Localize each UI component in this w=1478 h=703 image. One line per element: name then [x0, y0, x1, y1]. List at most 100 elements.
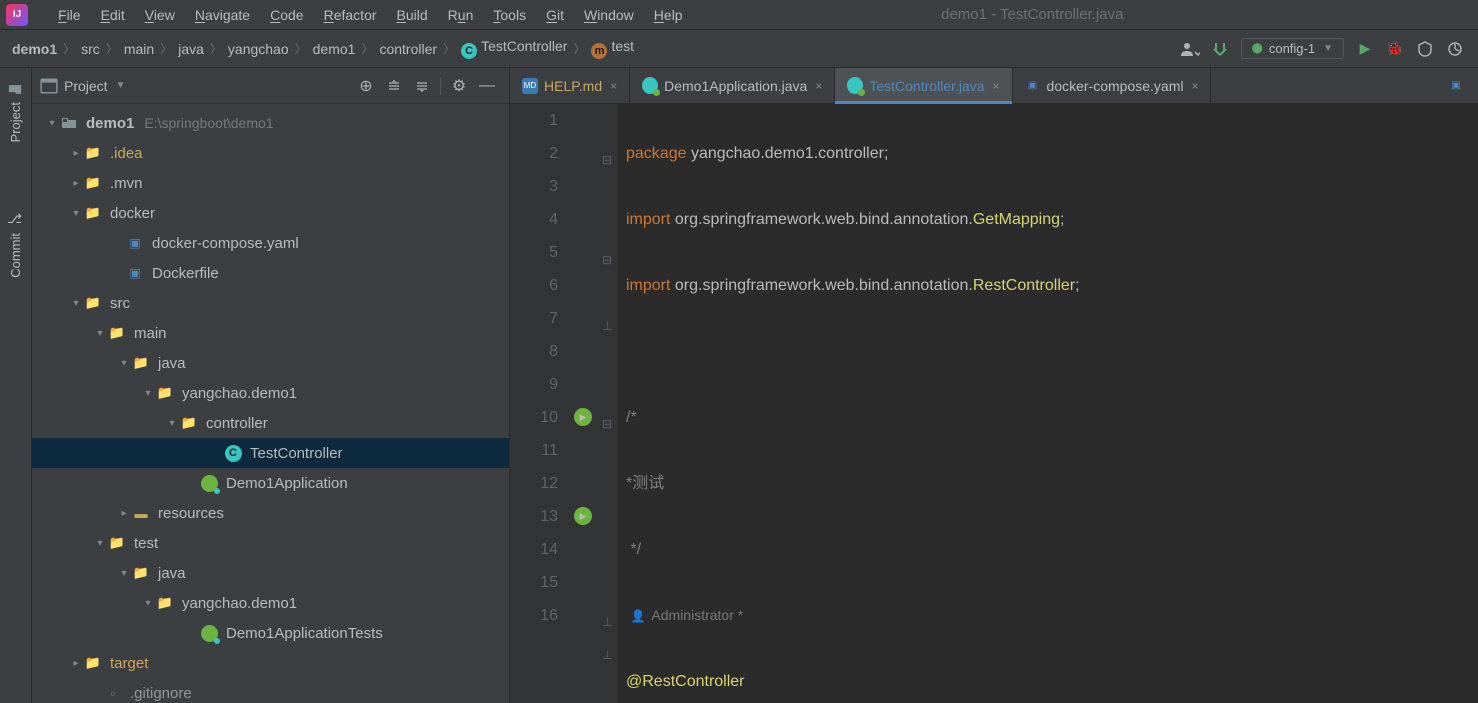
user-icon[interactable] [1177, 36, 1203, 62]
tree-item-src[interactable]: 📁src [32, 288, 509, 318]
chevron-icon: 〉 [61, 40, 77, 57]
gear-icon[interactable]: ⚙ [447, 74, 471, 98]
chevron-icon: 〉 [359, 40, 375, 57]
rail-tab-commit[interactable]: Commit ⎇ [4, 202, 27, 288]
hide-icon[interactable]: — [475, 74, 499, 98]
chevron-icon: 〉 [104, 40, 120, 57]
menu-bar: IJ File Edit View Navigate Code Refactor… [0, 0, 1478, 30]
tab-demo1app[interactable]: Demo1Application.java× [630, 68, 835, 103]
tab-overflow[interactable]: ▣ [1440, 68, 1478, 103]
expand-all-icon[interactable] [382, 74, 406, 98]
tree-item-docker[interactable]: 📁docker [32, 198, 509, 228]
collapse-all-icon[interactable] [410, 74, 434, 98]
breadcrumb-item[interactable]: main [120, 41, 158, 57]
menu-edit[interactable]: Edit [91, 7, 135, 23]
chevron-down-icon[interactable]: ▼ [116, 80, 126, 91]
menu-run[interactable]: Run [438, 7, 484, 23]
coverage-button[interactable] [1412, 36, 1438, 62]
tree-item-java-test[interactable]: 📁java [32, 558, 509, 588]
menu-file[interactable]: File [48, 7, 91, 23]
tree-item-demo1apptests[interactable]: Demo1ApplicationTests [32, 618, 509, 648]
run-line-icon[interactable]: ▶ [574, 408, 592, 426]
project-sidebar: Project ▼ ⊕ ⚙ — demo1 E:\springboot\demo… [32, 68, 510, 703]
left-tool-rail: Project Commit ⎇ [0, 68, 32, 703]
breadcrumb-class[interactable]: CTestController [457, 38, 571, 59]
sidebar-header: Project ▼ ⊕ ⚙ — [32, 68, 509, 104]
chevron-icon: 〉 [293, 40, 309, 57]
tree-item-package-test[interactable]: 📁yangchao.demo1 [32, 588, 509, 618]
menu-git[interactable]: Git [536, 7, 574, 23]
yaml-icon: ▣ [1025, 78, 1041, 94]
tree-item-demo1app[interactable]: Demo1Application [32, 468, 509, 498]
markdown-icon: MD [522, 78, 538, 94]
yaml-icon: ▣ [1448, 78, 1464, 94]
menu-code[interactable]: Code [260, 7, 313, 23]
navigation-bar: demo1 〉 src 〉 main 〉 java 〉 yangchao 〉 d… [0, 30, 1478, 68]
debug-button[interactable]: 🐞 [1382, 36, 1408, 62]
run-config-selector[interactable]: ⬤ config-1 ▼ [1241, 38, 1344, 59]
close-icon[interactable]: × [815, 79, 822, 93]
chevron-icon: 〉 [571, 40, 587, 57]
line-gutter: 12345678910111213141516 [510, 104, 570, 703]
tree-item-idea[interactable]: 📁.idea [32, 138, 509, 168]
code-editor[interactable]: 12345678910111213141516 ▶ ▶ ⊟ ⊟ ⊥ ⊟ ⊥ ⊥ … [510, 104, 1478, 703]
chevron-icon: 〉 [208, 40, 224, 57]
app-icon: IJ [6, 4, 28, 26]
profile-button[interactable] [1442, 36, 1468, 62]
close-icon[interactable]: × [1191, 79, 1198, 93]
select-opened-icon[interactable]: ⊕ [354, 74, 378, 98]
fold-column: ⊟ ⊟ ⊥ ⊟ ⊥ ⊥ [600, 104, 618, 703]
tree-item-java[interactable]: 📁java [32, 348, 509, 378]
breadcrumb-item[interactable]: java [174, 41, 208, 57]
rail-tab-project[interactable]: Project [4, 72, 27, 152]
tab-docker-compose[interactable]: ▣docker-compose.yaml× [1013, 68, 1212, 103]
run-config-label: config-1 [1269, 41, 1315, 56]
tree-item-main[interactable]: 📁main [32, 318, 509, 348]
breadcrumb-item[interactable]: controller [375, 41, 441, 57]
tree-item-gitignore[interactable]: ▫.gitignore [32, 678, 509, 703]
window-title: demo1 - TestController.java [593, 6, 1472, 23]
tree-item-mvn[interactable]: 📁.mvn [32, 168, 509, 198]
editor-area: MDHELP.md× Demo1Application.java× TestCo… [510, 68, 1478, 703]
chevron-down-icon: ▼ [1323, 43, 1333, 54]
close-icon[interactable]: × [993, 79, 1000, 93]
breadcrumb-method[interactable]: mtest [587, 38, 638, 59]
editor-tabs: MDHELP.md× Demo1Application.java× TestCo… [510, 68, 1478, 104]
project-tree[interactable]: demo1 E:\springboot\demo1 📁.idea 📁.mvn 📁… [32, 104, 509, 703]
menu-navigate[interactable]: Navigate [185, 7, 260, 23]
vcs-update-icon[interactable] [1207, 36, 1233, 62]
menu-tools[interactable]: Tools [483, 7, 536, 23]
breadcrumb-item[interactable]: src [77, 41, 104, 57]
project-icon [40, 77, 58, 95]
tab-testcontroller[interactable]: TestController.java× [835, 68, 1012, 103]
java-icon [847, 78, 863, 94]
tree-item-package[interactable]: 📁yangchao.demo1 [32, 378, 509, 408]
tree-item-resources[interactable]: ▬resources [32, 498, 509, 528]
tab-help[interactable]: MDHELP.md× [510, 68, 630, 103]
tree-item-target[interactable]: 📁target [32, 648, 509, 678]
tree-item-dockerfile[interactable]: ▣Dockerfile [32, 258, 509, 288]
sidebar-title: Project [64, 78, 108, 94]
code-content[interactable]: package yangchao.demo1.controller; impor… [618, 104, 1478, 703]
menu-build[interactable]: Build [387, 7, 438, 23]
tree-root[interactable]: demo1 E:\springboot\demo1 [32, 108, 509, 138]
menu-view[interactable]: View [135, 7, 185, 23]
breadcrumb-root[interactable]: demo1 [8, 41, 61, 57]
breadcrumb-item[interactable]: yangchao [224, 41, 293, 57]
class-icon: C [461, 43, 477, 59]
chevron-icon: 〉 [158, 40, 174, 57]
tree-item-controller[interactable]: 📁controller [32, 408, 509, 438]
run-line-icon[interactable]: ▶ [574, 507, 592, 525]
java-icon [642, 78, 658, 94]
tree-root-path: E:\springboot\demo1 [144, 115, 273, 131]
tree-item-testcontroller[interactable]: CTestController [32, 438, 509, 468]
run-button[interactable]: ▶ [1352, 36, 1378, 62]
breadcrumb-item[interactable]: demo1 [309, 41, 360, 57]
tree-item-docker-compose[interactable]: ▣docker-compose.yaml [32, 228, 509, 258]
menu-refactor[interactable]: Refactor [314, 7, 387, 23]
tree-item-test[interactable]: 📁test [32, 528, 509, 558]
close-icon[interactable]: × [610, 79, 617, 93]
tree-root-name: demo1 [86, 115, 134, 132]
config-icon: ⬤ [1252, 43, 1263, 54]
method-icon: m [591, 43, 607, 59]
